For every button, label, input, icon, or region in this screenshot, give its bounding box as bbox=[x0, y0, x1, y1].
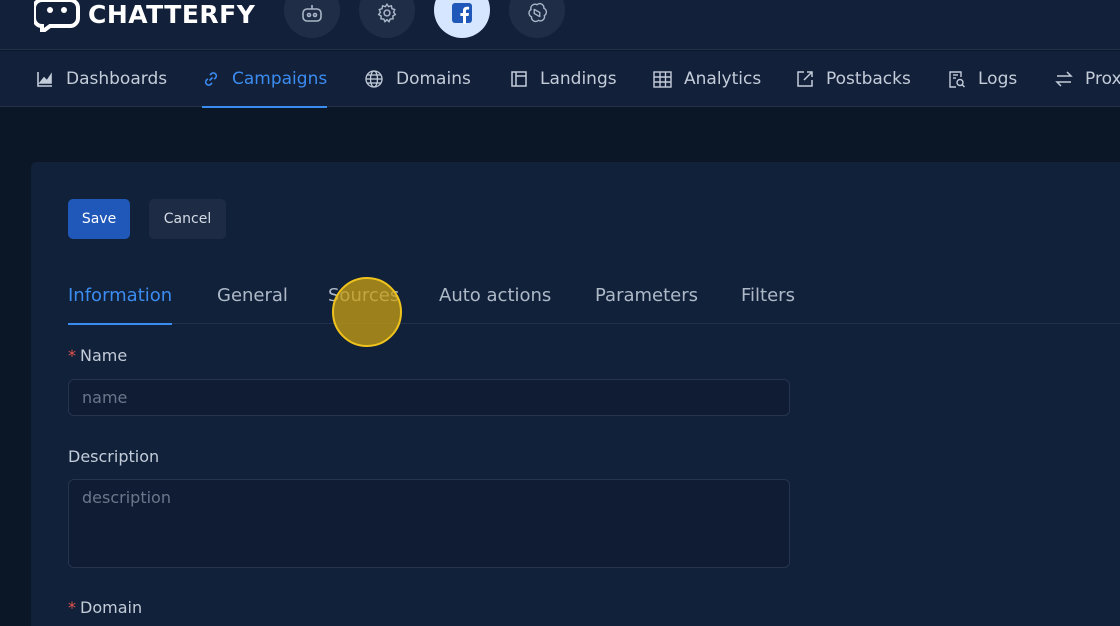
nav-item-label: Dashboards bbox=[66, 69, 168, 89]
openai-button[interactable] bbox=[509, 0, 565, 38]
nav-item-dashboards[interactable]: Dashboards bbox=[36, 51, 167, 107]
nav-item-domains[interactable]: Domains bbox=[364, 51, 471, 107]
tab-auto-actions[interactable]: Auto actions bbox=[439, 266, 551, 324]
nav-item-label: Analytics bbox=[684, 69, 762, 89]
chat-bot-logo-icon bbox=[32, 0, 80, 36]
tab-information[interactable]: Information bbox=[68, 266, 173, 325]
description-placeholder: description bbox=[82, 488, 171, 507]
swap-icon bbox=[1055, 71, 1073, 87]
form-tabs: Information General Sources Auto actions… bbox=[68, 266, 1120, 325]
nav-item-landings[interactable]: Landings bbox=[510, 51, 617, 107]
brand-logo[interactable]: CHATTERFY bbox=[32, 0, 256, 36]
nav-item-label: Domains bbox=[396, 69, 471, 89]
robot-icon bbox=[301, 4, 323, 24]
name-input[interactable]: name bbox=[68, 379, 790, 416]
tab-general[interactable]: General bbox=[217, 266, 288, 324]
settings-button[interactable] bbox=[359, 0, 415, 38]
name-placeholder: name bbox=[82, 388, 128, 407]
required-marker: * bbox=[68, 346, 76, 365]
nav-item-analytics[interactable]: Analytics bbox=[653, 51, 761, 107]
domain-label: * Domain bbox=[68, 598, 143, 617]
description-label: Description bbox=[68, 447, 160, 466]
link-icon bbox=[202, 70, 220, 88]
required-marker: * bbox=[68, 598, 76, 617]
external-link-icon bbox=[796, 70, 814, 88]
file-search-icon bbox=[948, 70, 966, 89]
nav-item-proxy[interactable]: Prox bbox=[1055, 51, 1120, 107]
tab-parameters[interactable]: Parameters bbox=[595, 266, 698, 324]
top-header: CHATTERFY bbox=[0, 0, 1120, 50]
brand-name: CHATTERFY bbox=[88, 0, 256, 29]
click-indicator bbox=[332, 277, 402, 347]
table-icon bbox=[653, 70, 672, 88]
nav-item-label: Prox bbox=[1085, 69, 1120, 89]
nav-item-logs[interactable]: Logs bbox=[948, 51, 1017, 107]
globe-icon bbox=[364, 69, 384, 89]
gear-icon bbox=[376, 2, 398, 24]
facebook-icon bbox=[451, 2, 473, 24]
nav-item-campaigns[interactable]: Campaigns bbox=[202, 51, 328, 108]
nav-item-label: Campaigns bbox=[232, 69, 328, 89]
description-textarea[interactable]: description bbox=[68, 479, 790, 568]
name-label: * Name bbox=[68, 346, 128, 365]
robot-button[interactable] bbox=[284, 0, 340, 38]
openai-icon bbox=[526, 2, 548, 24]
layout-icon bbox=[510, 70, 528, 88]
main-nav: Dashboards Campaigns Domains Landings An… bbox=[0, 51, 1120, 108]
facebook-button[interactable] bbox=[434, 0, 490, 38]
cancel-button[interactable]: Cancel bbox=[149, 199, 226, 239]
nav-item-label: Postbacks bbox=[826, 69, 911, 89]
tab-filters[interactable]: Filters bbox=[741, 266, 795, 324]
nav-item-label: Logs bbox=[978, 69, 1018, 89]
nav-item-postbacks[interactable]: Postbacks bbox=[796, 51, 911, 107]
save-button[interactable]: Save bbox=[68, 199, 130, 239]
nav-item-label: Landings bbox=[540, 69, 617, 89]
chart-icon bbox=[36, 70, 54, 88]
